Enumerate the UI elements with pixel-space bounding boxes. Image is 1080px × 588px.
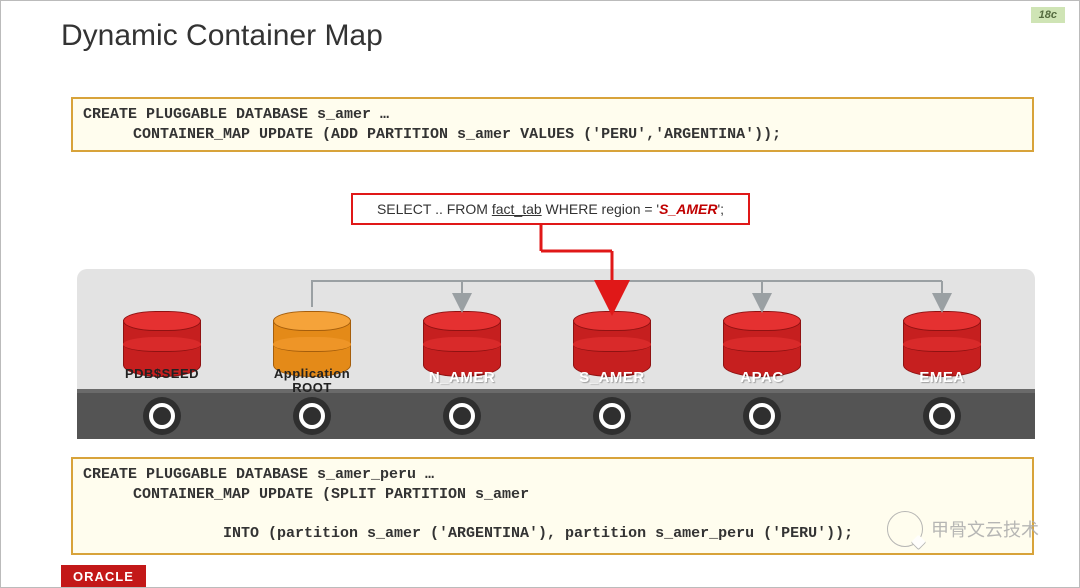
db-pdbseed: PDB$SEED [123,311,201,377]
slide-title: Dynamic Container Map [61,19,383,53]
db-label: S_AMER [543,369,681,386]
cylinder-icon [573,311,651,377]
db-apac: APAC [723,311,801,377]
query-text: '; [717,201,724,217]
code-line: CONTAINER_MAP UPDATE (ADD PARTITION s_am… [83,125,1022,145]
rail [77,389,1035,439]
db-label: APAC [693,369,831,386]
wheel-icon [143,397,181,435]
wechat-icon [887,511,923,547]
cylinder-icon [423,311,501,377]
db-label: Application ROOT [243,367,381,396]
query-highlight: S_AMER [659,201,717,217]
db-label: N_AMER [393,369,531,386]
db-s-amer: S_AMER [573,311,651,377]
code-block-create-add: CREATE PLUGGABLE DATABASE s_amer … CONTA… [71,97,1034,152]
db-label-line: ROOT [292,380,332,395]
watermark: 甲骨文云技术 [887,511,1039,547]
code-line: INTO (partition s_amer ('ARGENTINA'), pa… [83,524,1022,544]
oracle-logo: ORACLE [61,565,146,587]
wheel-icon [443,397,481,435]
query-text: SELECT .. FROM [377,201,492,217]
query-box: SELECT .. FROM fact_tab WHERE region = '… [351,193,750,225]
watermark-text: 甲骨文云技术 [931,516,1039,542]
db-emea: EMEA [903,311,981,377]
wheel-icon [923,397,961,435]
cylinder-icon [903,311,981,377]
cylinder-icon [723,311,801,377]
db-n-amer: N_AMER [423,311,501,377]
wheel-icon [743,397,781,435]
db-label: EMEA [873,369,1011,386]
code-line: CREATE PLUGGABLE DATABASE s_amer_peru … [83,466,434,483]
code-line: CREATE PLUGGABLE DATABASE s_amer … [83,106,389,123]
version-badge: 18c [1031,7,1065,23]
db-app-root: Application ROOT [273,311,351,377]
slide: 18c Dynamic Container Map CREATE PLUGGAB… [0,0,1080,588]
wheel-icon [293,397,331,435]
container-band: PDB$SEED Application ROOT N_AMER S_AMER … [77,269,1035,439]
wheel-icon [593,397,631,435]
code-line: CONTAINER_MAP UPDATE (SPLIT PARTITION s_… [83,485,1022,505]
query-text: WHERE region = ' [542,201,659,217]
db-label: PDB$SEED [93,367,231,381]
db-label-line: Application [274,366,350,381]
query-table: fact_tab [492,201,542,217]
